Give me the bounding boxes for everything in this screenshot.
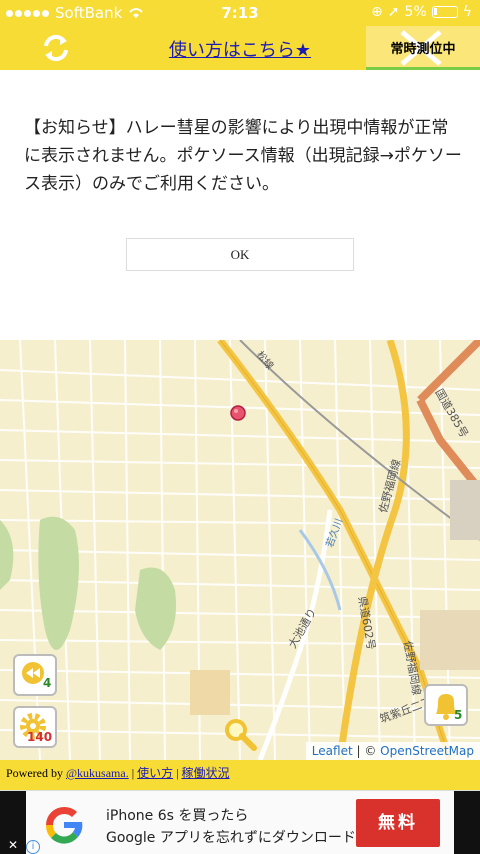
tracking-mode-toggle[interactable]: 常時測位中 [366,26,480,70]
status-bar: SoftBank 7:13 ⊕ ➚ 5% ϟ [0,0,480,26]
status-link[interactable]: 稼働状況 [182,766,230,780]
battery-icon [431,6,458,18]
google-logo-icon [45,806,83,844]
history-button[interactable]: 4 [13,654,57,696]
help-link[interactable]: 使い方はこちら★ [140,36,340,62]
search-icon[interactable] [222,716,258,752]
attribution-separator: | © [352,744,381,758]
footer-separator: | [128,766,138,780]
ad-info-icon[interactable]: i [26,840,40,854]
footer-bar: Powered by @kukusama. | 使い方 | 稼働状況 [0,760,480,790]
osm-link[interactable]: OpenStreetMap [380,744,474,758]
settings-button[interactable]: 140 [13,706,57,748]
map-attribution: Leaflet | © OpenStreetMap [305,742,480,760]
refresh-icon[interactable] [40,32,72,64]
tracking-mode-label: 常時測位中 [390,42,456,57]
history-badge: 4 [43,676,52,690]
charging-icon: ϟ [462,4,472,20]
ad-free-button[interactable]: 無料 [356,799,440,847]
howto-link[interactable]: 使い方 [137,766,173,780]
settings-badge: 140 [27,730,53,744]
current-location-marker[interactable] [229,404,247,422]
status-right: ⊕ ➚ 5% ϟ [371,4,472,20]
notification-badge: 5 [454,708,463,722]
ad-headline: iPhone 6s を買ったら [106,808,249,824]
notification-button[interactable]: 5 [424,684,468,726]
ad-right-edge [454,791,480,854]
rotation-lock-icon: ⊕ [371,4,383,20]
footer-separator: | [173,766,182,780]
ad-subline: Google アプリを忘れずにダウンロード [106,830,356,846]
author-link[interactable]: @kukusama. [66,766,129,780]
ok-button[interactable]: OK [126,238,354,271]
close-ad-icon[interactable]: ✕ [8,838,18,852]
battery-percent: 5% [404,4,427,20]
notice-dialog: 【お知らせ】ハレー彗星の影響により出現中情報が正常に表示されません。ポケソース情… [0,70,480,340]
location-icon: ➚ [387,4,400,20]
app-header: 使い方はこちら★ 常時測位中 [0,26,480,70]
notice-message: 【お知らせ】ハレー彗星の影響により出現中情報が正常に表示されません。ポケソース情… [24,118,462,194]
leaflet-link[interactable]: Leaflet [312,744,353,758]
powered-by-text: Powered by [6,766,66,780]
ad-banner[interactable]: ✕ i iPhone 6s を買ったら Google アプリを忘れずにダウンロー… [0,790,480,854]
